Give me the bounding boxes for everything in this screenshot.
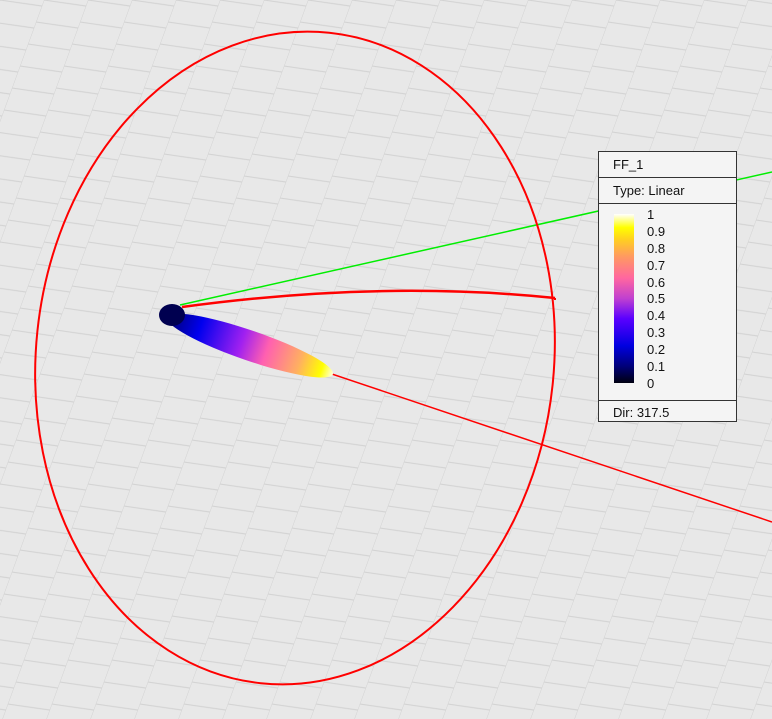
lobe-back <box>159 304 185 326</box>
tick-label: 0.9 <box>647 223 666 239</box>
tick-label: 1 <box>647 207 655 222</box>
tick-label: 0.4 <box>647 308 666 324</box>
tick-label: 0.2 <box>647 342 666 358</box>
tick-label: 0.7 <box>647 257 666 273</box>
tick-label: 0 <box>647 375 655 391</box>
legend-title: FF_1 <box>599 152 736 178</box>
legend-type: Type: Linear <box>599 178 736 204</box>
tick-label: 0.8 <box>647 240 666 256</box>
colorbar <box>614 214 634 383</box>
tick-label: 0.3 <box>647 325 666 341</box>
tick-label: 0.5 <box>647 291 666 307</box>
legend-directivity: Dir: 317.5 <box>613 405 670 420</box>
tick-label: 0.6 <box>647 274 666 290</box>
colorbar-ticks: 1 0.9 0.8 0.7 0.6 0.5 0.4 0.3 0.2 0.1 0 <box>647 207 665 393</box>
tick-label: 0.1 <box>647 359 666 375</box>
color-legend: FF_1 Type: Linear 1 0.9 0.8 0.7 0.6 0.5 … <box>598 151 737 422</box>
